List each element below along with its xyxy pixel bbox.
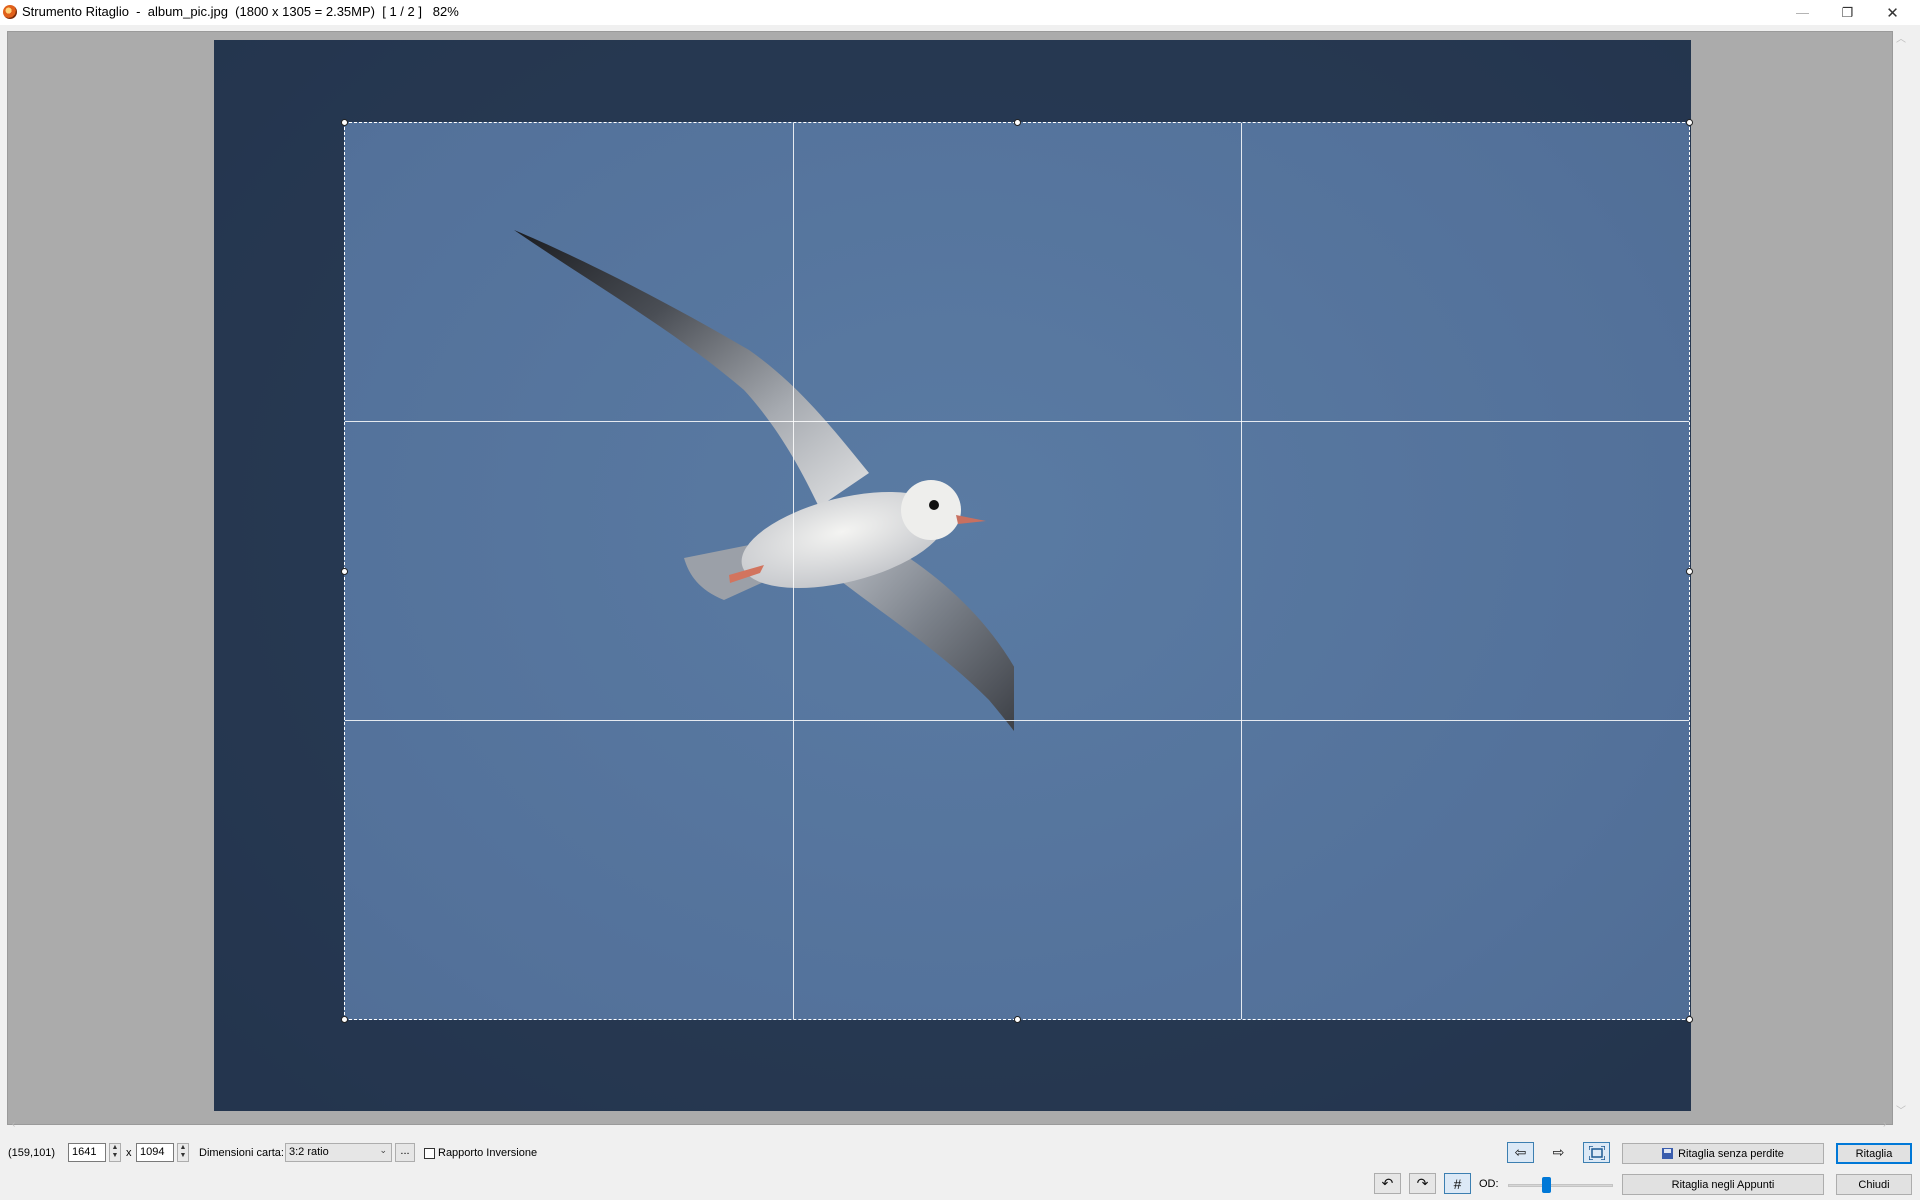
paper-size-label: Dimensioni carta: xyxy=(199,1147,284,1159)
cursor-position: (159,101) xyxy=(8,1147,56,1159)
height-down-icon[interactable]: ▼ xyxy=(178,1152,188,1160)
height-stepper[interactable]: ▲ ▼ xyxy=(177,1143,189,1162)
times-label: x xyxy=(126,1147,132,1159)
scroll-right-icon[interactable]: › xyxy=(1883,1119,1886,1130)
rotate-right-icon: ↷ xyxy=(1416,1175,1429,1191)
width-stepper[interactable]: ▲ ▼ xyxy=(109,1143,121,1162)
od-slider-thumb[interactable] xyxy=(1541,1177,1551,1193)
crop-handle-bottom[interactable] xyxy=(1014,1016,1021,1023)
crop-to-clipboard-button[interactable]: Ritaglia negli Appunti xyxy=(1622,1174,1824,1195)
crop-selection[interactable] xyxy=(341,119,1693,1023)
close-window-button[interactable]: ✕ xyxy=(1870,0,1915,25)
scroll-left-icon[interactable]: ‹ xyxy=(12,1119,15,1130)
save-icon xyxy=(1662,1148,1674,1159)
lossless-crop-button[interactable]: Ritaglia senza perdite xyxy=(1622,1143,1824,1164)
fit-window-icon xyxy=(1588,1145,1605,1160)
scroll-up-icon[interactable]: ︿ xyxy=(1896,30,1906,45)
rotate-left-icon: ↶ xyxy=(1381,1175,1394,1191)
chevron-down-icon: ⌄ xyxy=(379,1145,387,1155)
od-label: OD: xyxy=(1479,1178,1499,1190)
restore-button[interactable]: ❐ xyxy=(1825,0,1870,25)
paper-size-value: 3:2 ratio xyxy=(289,1146,329,1158)
od-slider-track[interactable] xyxy=(1508,1184,1613,1187)
close-button[interactable]: Chiudi xyxy=(1836,1174,1912,1195)
grid-line-v2 xyxy=(1241,123,1242,1019)
app-icon xyxy=(3,5,17,19)
crop-handle-top-left[interactable] xyxy=(341,119,348,126)
grid-icon: # xyxy=(1453,1175,1462,1192)
image-canvas[interactable] xyxy=(7,31,1893,1125)
grid-line-h2 xyxy=(345,720,1689,721)
next-image-button[interactable]: ⇨ xyxy=(1545,1142,1572,1163)
fit-to-window-button[interactable] xyxy=(1583,1142,1610,1163)
height-input[interactable]: 1094 xyxy=(136,1143,174,1162)
rotate-right-button[interactable]: ↷ xyxy=(1409,1173,1436,1194)
width-input[interactable]: 1641 xyxy=(68,1143,106,1162)
grid-line-v1 xyxy=(793,123,794,1019)
grid-line-h1 xyxy=(345,421,1689,422)
crop-handle-top-right[interactable] xyxy=(1686,119,1693,126)
height-up-icon[interactable]: ▲ xyxy=(178,1144,188,1152)
paper-size-select[interactable]: 3:2 ratio ⌄ xyxy=(285,1143,392,1162)
invert-ratio-checkbox[interactable] xyxy=(424,1148,435,1159)
lossless-crop-label: Ritaglia senza perdite xyxy=(1678,1147,1784,1160)
grid-toggle-button[interactable]: # xyxy=(1444,1173,1471,1194)
crop-button[interactable]: Ritaglia xyxy=(1836,1143,1912,1164)
arrow-right-icon: ⇨ xyxy=(1552,1144,1565,1160)
rotate-left-button[interactable]: ↶ xyxy=(1374,1173,1401,1194)
crop-handle-bottom-right[interactable] xyxy=(1686,1016,1693,1023)
invert-ratio-label[interactable]: Rapporto Inversione xyxy=(438,1147,537,1159)
crop-handle-left[interactable] xyxy=(341,568,348,575)
crop-handle-top[interactable] xyxy=(1014,119,1021,126)
title-bar: Strumento Ritaglio - album_pic.jpg (1800… xyxy=(0,0,1920,25)
minimize-button[interactable]: — xyxy=(1780,0,1825,25)
crop-shade-bottom xyxy=(214,1020,1691,1111)
crop-handle-bottom-left[interactable] xyxy=(341,1016,348,1023)
crop-shade-top xyxy=(214,40,1691,122)
crop-handle-right[interactable] xyxy=(1686,568,1693,575)
width-up-icon[interactable]: ▲ xyxy=(110,1144,120,1152)
arrow-left-icon: ⇦ xyxy=(1514,1144,1527,1160)
crop-shade-left xyxy=(214,122,344,1020)
previous-image-button[interactable]: ⇦ xyxy=(1507,1142,1534,1163)
window-title: Strumento Ritaglio - album_pic.jpg (1800… xyxy=(22,4,459,19)
more-options-button[interactable]: ... xyxy=(395,1143,415,1162)
width-down-icon[interactable]: ▼ xyxy=(110,1152,120,1160)
scroll-down-icon[interactable]: ﹀ xyxy=(1896,1102,1906,1117)
